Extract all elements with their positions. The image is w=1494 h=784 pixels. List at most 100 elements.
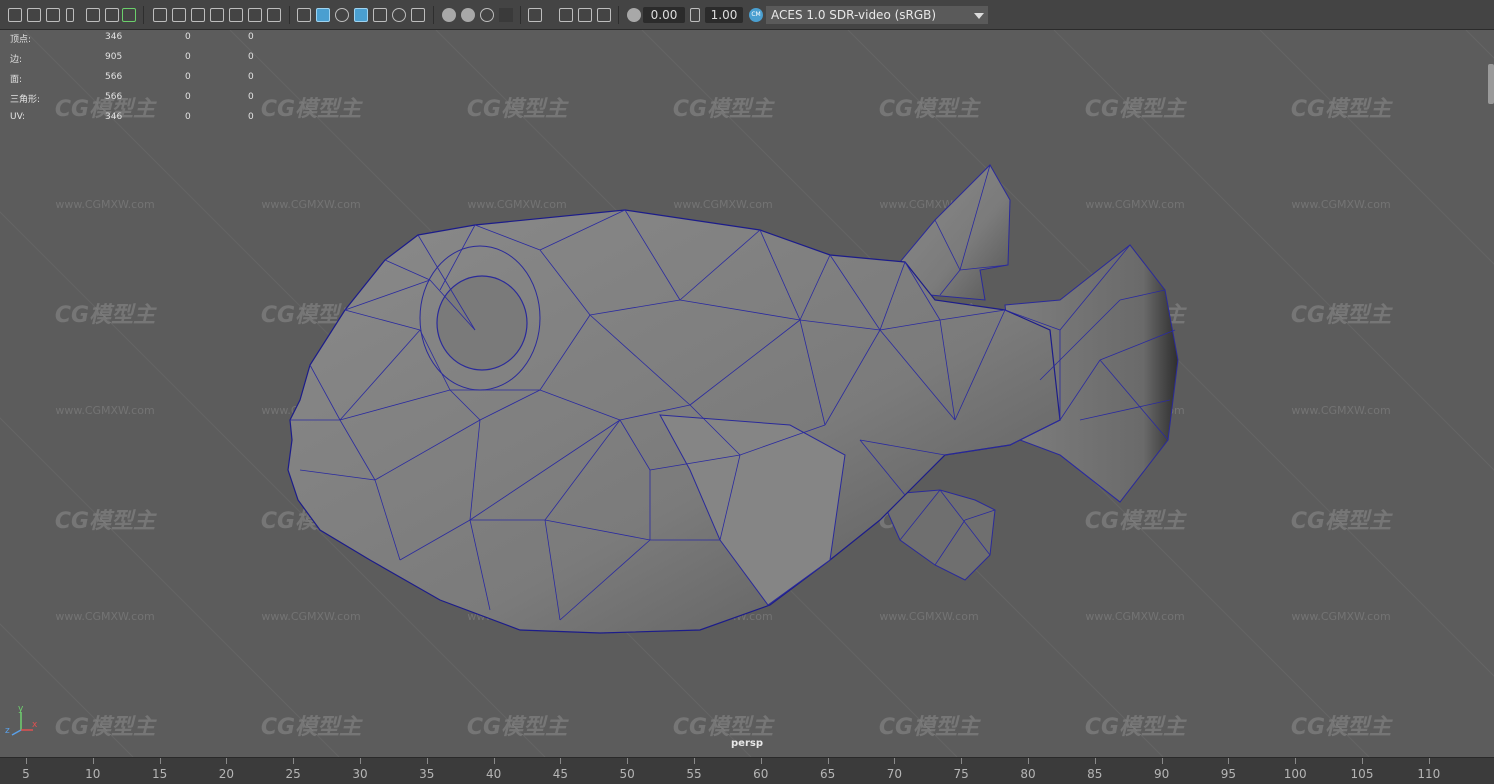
time-slider[interactable]: 5 10 15 20 25 30 35 40 45 50 55 60 65 70 75 80 85 90 95 100… (0, 757, 1494, 784)
hud-row: 边: 905 0 0 (0, 52, 270, 66)
timeline-tick-mark (760, 758, 762, 764)
timeline-tick-label: 50 (619, 767, 635, 781)
watermark-url: www.CGMXW.com (1085, 610, 1184, 623)
xray-joints-icon[interactable] (597, 8, 611, 22)
field-chart-icon[interactable] (229, 8, 243, 22)
watermark-url: www.CGMXW.com (1291, 404, 1390, 417)
watermark-logo: CG模型主 (55, 715, 157, 740)
motion-blur-icon[interactable] (461, 8, 475, 22)
watermark-diagonal (1259, 30, 1494, 265)
timeline-tick-label: 55 (686, 767, 702, 781)
watermark-url: www.CGMXW.com (55, 610, 154, 623)
timeline-tick-label: 40 (485, 767, 502, 781)
gamma-field[interactable]: 1.00 (705, 7, 743, 23)
exposure-icon[interactable] (627, 8, 641, 22)
anti-aliasing-icon[interactable] (480, 8, 494, 22)
depth-of-field-icon[interactable] (499, 8, 513, 22)
timeline-tick-label: 80 (1020, 767, 1036, 781)
hud-total: 566 (105, 92, 123, 102)
wireframe-on-shaded-icon[interactable] (354, 8, 368, 22)
watermark-logo: CG模型主 (1291, 715, 1393, 740)
viewport[interactable]: CG模型主 CG模型主 CG模型主 CG模型主 CG模型主 CG模型主 CG模型主 CG模型主… (0, 30, 1494, 757)
chevron-down-icon[interactable] (974, 13, 984, 19)
hud-components: 0 (248, 72, 254, 82)
watermark-logo: CG模型主 (467, 97, 569, 122)
wireframe-icon[interactable] (297, 8, 311, 22)
hud-selected: 0 (185, 52, 191, 62)
lights-icon[interactable] (392, 8, 406, 22)
timeline-tick-label: 70 (886, 767, 903, 781)
image-plane-icon[interactable] (86, 8, 100, 22)
camera-attributes-icon[interactable] (46, 8, 60, 22)
safe-action-icon[interactable] (248, 8, 262, 22)
watermark-diagonal (1465, 30, 1494, 59)
hud-total: 905 (105, 52, 123, 62)
camera-icon[interactable] (8, 8, 22, 22)
fish-model[interactable] (287, 164, 1179, 634)
shadows-icon[interactable] (411, 8, 425, 22)
gamma-icon[interactable] (690, 8, 700, 22)
timeline-tick-label: 60 (753, 767, 769, 781)
watermark-url: www.CGMXW.com (261, 198, 360, 211)
timeline-tick-mark (560, 758, 562, 764)
hud-row: 三角形: 566 0 0 (0, 92, 270, 106)
timeline-tick-mark (493, 758, 495, 764)
resolution-gate-icon[interactable] (191, 8, 205, 22)
xray-active-icon[interactable] (578, 8, 592, 22)
timeline-tick-label: 20 (218, 767, 235, 781)
xray-icon[interactable] (559, 8, 573, 22)
gate-mask-icon[interactable] (210, 8, 224, 22)
watermark-url: www.CGMXW.com (1291, 198, 1390, 211)
timeline-tick-label: 35 (419, 767, 435, 781)
watermark-diagonal (0, 623, 134, 757)
hud-row: 面: 566 0 0 (0, 72, 270, 86)
isolate-select-icon[interactable] (528, 8, 542, 22)
exposure-field[interactable]: 0.00 (643, 7, 685, 23)
timeline-tick-mark (1428, 758, 1430, 764)
bookmark-icon[interactable] (66, 8, 74, 22)
timeline-tick-mark (226, 758, 228, 764)
timeline-tick-label: 95 (1220, 767, 1237, 781)
timeline-tick-mark (1295, 758, 1297, 764)
viewport-toolbar: 0.00 1.00 CM ACES 1.0 SDR-video (sRGB) (0, 0, 1494, 30)
film-gate-icon[interactable] (172, 8, 186, 22)
timeline-tick-label: 10 (85, 767, 101, 781)
hud-selected: 0 (185, 32, 191, 42)
hud-row: 顶点: 346 0 0 (0, 32, 270, 46)
hud-row: UV: 346 0 0 (0, 112, 270, 126)
timeline-tick-label: 105 (1350, 767, 1374, 781)
two-d-pan-zoom-icon[interactable] (105, 8, 119, 22)
axis-gizmo: y x z (5, 704, 38, 736)
default-material-icon[interactable] (335, 8, 349, 22)
textured-icon[interactable] (373, 8, 387, 22)
color-space-dropdown[interactable]: ACES 1.0 SDR-video (sRGB) (766, 6, 988, 24)
timeline-tick-label: 65 (819, 767, 836, 781)
timeline-tick-mark (26, 758, 27, 764)
color-management-icon[interactable]: CM (749, 8, 763, 22)
hud-components: 0 (248, 52, 254, 62)
timeline-tick-mark (961, 758, 963, 764)
watermark-logo: CG模型主 (879, 715, 981, 740)
timeline-tick-mark (1028, 758, 1029, 764)
axis-y-label: y (18, 704, 24, 714)
timeline-tick-mark (1228, 758, 1230, 764)
smooth-shade-icon[interactable] (316, 8, 330, 22)
grease-pencil-icon[interactable] (122, 8, 136, 22)
hud-components: 0 (248, 92, 254, 102)
safe-title-icon[interactable] (267, 8, 281, 22)
watermark-logo: CG模型主 (467, 715, 569, 740)
watermark-url: www.CGMXW.com (1085, 198, 1184, 211)
watermark-logo: CG模型主 (261, 715, 363, 740)
axis-z-label: z (5, 726, 10, 736)
screen-space-ao-icon[interactable] (442, 8, 456, 22)
camera-name-label: persp (731, 738, 763, 749)
hud-selected: 0 (185, 72, 191, 82)
grid-icon[interactable] (153, 8, 167, 22)
watermark-url: www.CGMXW.com (55, 404, 154, 417)
scrollbar-handle[interactable] (1488, 64, 1494, 104)
hud-total: 346 (105, 32, 123, 42)
camera-lock-icon[interactable] (27, 8, 41, 22)
timeline-tick-label: 25 (285, 767, 301, 781)
hud-label: 三角形: (10, 95, 41, 105)
watermark-url: www.CGMXW.com (879, 610, 978, 623)
